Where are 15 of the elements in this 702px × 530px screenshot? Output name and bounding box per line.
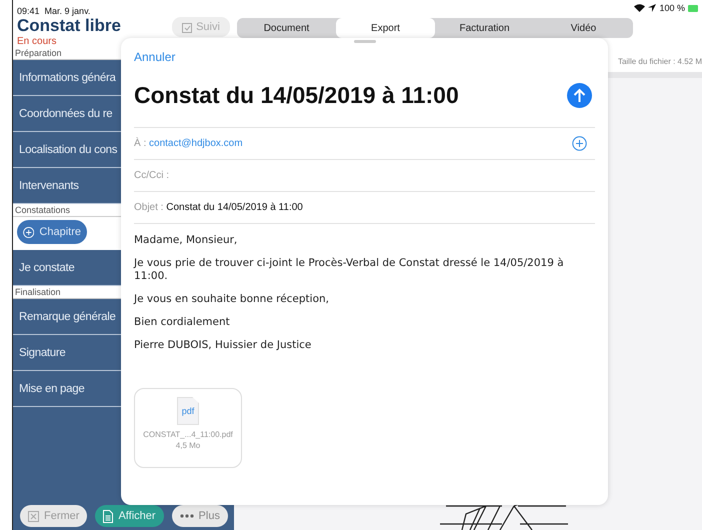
- to-label: À :: [134, 138, 146, 149]
- status-time: 09:41 Mar. 9 janv.: [17, 6, 92, 16]
- document-title: Constat libre: [17, 16, 121, 36]
- battery-level: 100 %: [659, 3, 685, 13]
- document-status: En cours: [17, 36, 58, 47]
- attachment-name: CONSTAT_...4_11:00.pdf: [143, 430, 233, 439]
- message-paragraph: Madame, Monsieur,: [134, 234, 238, 247]
- subject-label: Objet :: [134, 202, 164, 213]
- attachment-size: 4,5 Mo: [176, 441, 200, 450]
- message-paragraph: Je vous prie de trouver ci-joint le Procès-Verbal de Constat dressé le 14/05/2019 à 11:00.: [134, 257, 565, 283]
- message-paragraph: Bien cordialement: [134, 316, 231, 329]
- file-size: Taille du fichier : 4.52 M: [618, 56, 702, 66]
- message-paragraph: Pierre DUBOIS, Huissier de Justice: [134, 339, 312, 352]
- mail-title: Constat du 14/05/2019 à 11:00: [134, 82, 459, 109]
- file-icon: pdf: [177, 397, 199, 425]
